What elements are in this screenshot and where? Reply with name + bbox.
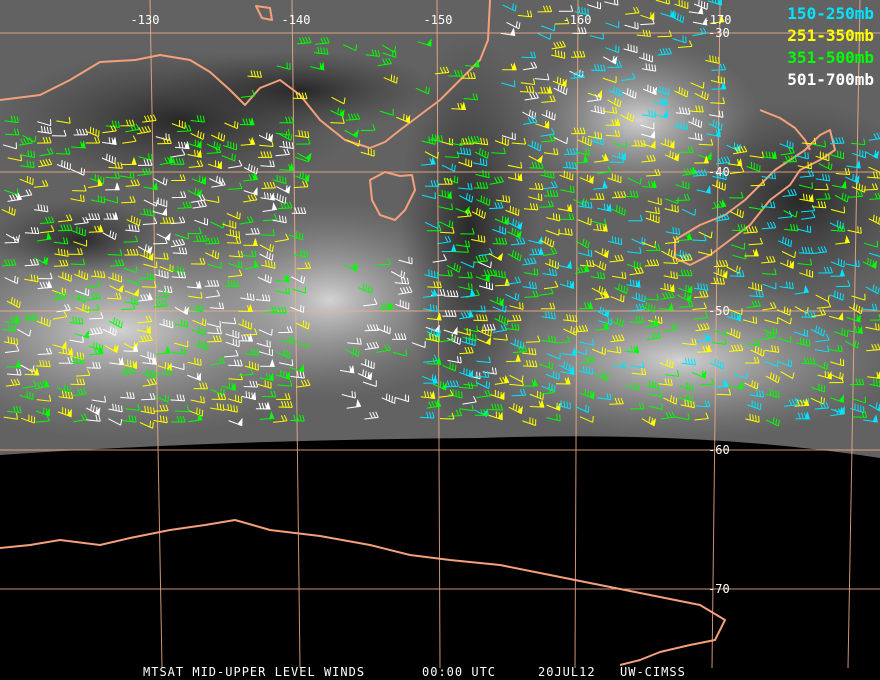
legend-item-351-500: 351-500mb (787, 48, 874, 67)
legend-item-251-350: 251-350mb (787, 26, 874, 45)
lon-label: -160 (563, 13, 592, 27)
caption-time: 00:00 UTC (422, 665, 496, 679)
lat-label: -50 (708, 304, 730, 318)
legend-item-150-250: 150-250mb (787, 4, 874, 23)
lat-label: -40 (708, 165, 730, 179)
lon-label: -130 (131, 13, 160, 27)
lon-label: -150 (424, 13, 453, 27)
caption-satellite: MTSAT MID-UPPER LEVEL WINDS (143, 665, 365, 679)
legend-item-501-700: 501-700mb (787, 70, 874, 89)
water-vapor-image (0, 0, 880, 458)
map-canvas: -130 -140 -150 -160 -170 -30 -40 -50 -60… (0, 0, 880, 679)
coastline-antarctica (0, 519, 726, 666)
satellite-wind-map: -130 -140 -150 -160 -170 -30 -40 -50 -60… (0, 0, 880, 680)
lon-label: -170 (703, 13, 732, 27)
lon-label: -140 (282, 13, 311, 27)
lat-label: -30 (708, 26, 730, 40)
lat-label: -70 (708, 582, 730, 596)
image-caption: MTSAT MID-UPPER LEVEL WINDS 00:00 UTC 20… (143, 665, 686, 679)
caption-date: 20JUL12 (538, 665, 596, 679)
lat-label: -60 (708, 443, 730, 457)
caption-source: UW-CIMSS (620, 665, 686, 679)
